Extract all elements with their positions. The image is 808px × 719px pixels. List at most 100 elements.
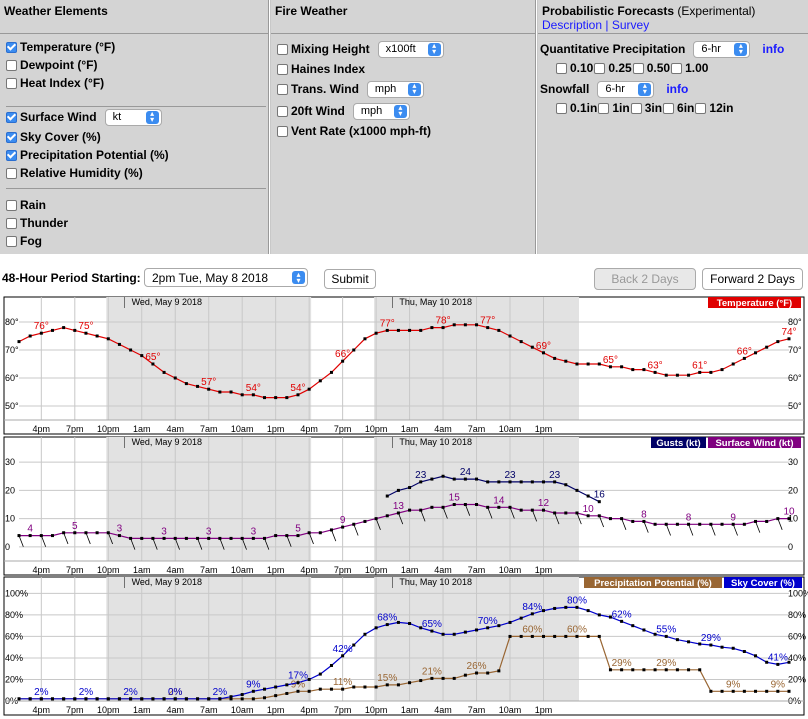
y-tick-label: 20 <box>788 485 798 495</box>
data-point <box>263 696 267 700</box>
probabilistic-title: Probabilistic Forecasts <box>542 4 675 18</box>
fog-checkbox[interactable] <box>6 235 17 247</box>
relative-humidity-checkbox[interactable] <box>6 167 17 179</box>
data-point <box>151 536 155 540</box>
option-checkbox[interactable] <box>632 62 644 74</box>
option-label[interactable]: 0.50 <box>647 61 670 75</box>
20ft-wind-label[interactable]: 20ft Wind <box>291 104 345 118</box>
chevron-updown-icon: ▴ ▾ <box>407 82 421 96</box>
option-label[interactable]: 6in <box>677 101 694 115</box>
option-label[interactable]: 0.10 <box>570 61 593 75</box>
x-tick-label: 1pm <box>535 565 553 575</box>
fog-label[interactable]: Fog <box>20 234 42 248</box>
qpf-info-link[interactable]: info <box>762 42 784 56</box>
sky-cover-checkbox[interactable] <box>6 131 17 143</box>
data-point <box>530 508 534 512</box>
snowfall-info-link[interactable]: info <box>666 82 688 96</box>
option-label[interactable]: 1in <box>612 101 629 115</box>
panel-divider <box>268 0 270 254</box>
description-link[interactable]: Description <box>542 18 602 32</box>
qpf-label: Quantitative Precipitation <box>540 42 686 56</box>
option-checkbox[interactable] <box>663 102 675 114</box>
data-label: 80% <box>567 595 587 606</box>
data-point <box>754 689 758 693</box>
data-point <box>642 628 646 632</box>
vent-rate-x1000-mph-ft-checkbox[interactable] <box>277 125 288 137</box>
x-tick-label: 1am <box>401 705 419 715</box>
data-point <box>95 334 99 338</box>
weather-elements-panel: Weather Elements Temperature (°F) Dewpoin… <box>0 0 268 254</box>
surface-wind-label[interactable]: Surface Wind <box>20 110 97 124</box>
option-label[interactable]: 12in <box>709 101 733 115</box>
haines-index-label[interactable]: Haines Index <box>291 62 365 76</box>
surface-wind-row: Surface Wind kt ▴ ▾ <box>6 108 162 126</box>
thunder-label[interactable]: Thunder <box>20 216 68 230</box>
rain-label[interactable]: Rain <box>20 198 46 212</box>
data-point <box>207 697 211 701</box>
option-label[interactable]: 0.25 <box>608 61 631 75</box>
surface-wind-checkbox[interactable] <box>6 111 17 123</box>
temperature-f-checkbox[interactable] <box>6 41 17 53</box>
rain-checkbox[interactable] <box>6 199 17 211</box>
temperature-f-label[interactable]: Temperature (°F) <box>20 40 115 54</box>
option-label[interactable]: 3in <box>645 101 662 115</box>
forward-2-days-button[interactable]: Forward 2 Days <box>702 268 803 290</box>
data-point <box>698 522 702 526</box>
vent-rate-x1000-mph-ft-label[interactable]: Vent Rate (x1000 mph-ft) <box>291 124 431 138</box>
option-checkbox[interactable] <box>630 102 642 114</box>
data-point <box>508 334 512 338</box>
option-checkbox[interactable] <box>556 62 567 74</box>
y-tick-label: 0 <box>5 542 10 552</box>
survey-link[interactable]: Survey <box>612 18 649 32</box>
option-checkbox[interactable] <box>598 102 610 114</box>
data-point <box>173 536 177 540</box>
data-point <box>184 382 188 386</box>
trans-wind-unit-select[interactable]: mph ▴ ▾ <box>366 80 424 98</box>
thunder-checkbox[interactable] <box>6 217 17 229</box>
data-point <box>162 370 166 374</box>
legend-entry: Temperature (°F) <box>717 298 792 309</box>
relative-humidity-label[interactable]: Relative Humidity (%) <box>20 166 143 180</box>
x-tick-label: 7pm <box>334 705 352 715</box>
20ft-wind-unit-select[interactable]: mph ▴ ▾ <box>352 102 410 120</box>
back-2-days-button[interactable]: Back 2 Days <box>594 268 696 290</box>
dewpoint-f-checkbox[interactable] <box>6 59 17 71</box>
precipitation-potential-checkbox[interactable] <box>6 149 17 161</box>
data-point <box>642 368 646 372</box>
data-point <box>787 660 791 664</box>
20ft-wind-checkbox[interactable] <box>277 105 288 117</box>
day-label: Wed, May 9 2018 <box>132 297 202 307</box>
heat-index-f-label[interactable]: Heat Index (°F) <box>20 76 104 90</box>
sky-cover-label[interactable]: Sky Cover (%) <box>20 130 101 144</box>
data-point <box>620 365 624 369</box>
precipitation-potential-label[interactable]: Precipitation Potential (%) <box>20 148 169 162</box>
trans-wind-label[interactable]: Trans. Wind <box>291 82 359 96</box>
option-12in: 12in <box>695 101 733 115</box>
mixing-height-label[interactable]: Mixing Height <box>291 42 370 56</box>
option-checkbox[interactable] <box>594 62 606 74</box>
haines-index-checkbox[interactable] <box>277 63 288 75</box>
period-start-select[interactable]: 2pm Tue, May 8 2018 ▴ ▾ <box>144 268 308 287</box>
data-label: 63° <box>648 360 663 371</box>
vent-rate-x1000-mph-ft-row: Vent Rate (x1000 mph-ft) <box>277 122 431 140</box>
snowfall-interval-select[interactable]: 6-hr ▴ ▾ <box>597 80 655 98</box>
mixing-height-checkbox[interactable] <box>277 43 288 55</box>
data-point <box>274 685 278 689</box>
trans-wind-checkbox[interactable] <box>277 83 288 95</box>
data-point <box>430 477 434 481</box>
dewpoint-f-row: Dewpoint (°F) <box>6 56 97 74</box>
option-checkbox[interactable] <box>671 62 683 74</box>
option-label[interactable]: 0.1in <box>570 101 597 115</box>
surface-wind-unit-select[interactable]: kt ▴ ▾ <box>104 108 162 126</box>
submit-button[interactable]: Submit <box>324 269 376 289</box>
x-tick-label: 10am <box>231 705 254 715</box>
option-label[interactable]: 1.00 <box>685 61 708 75</box>
qpf-interval-select[interactable]: 6-hr ▴ ▾ <box>693 40 751 58</box>
data-point <box>274 396 278 400</box>
mixing-height-unit-select[interactable]: x100ft ▴ ▾ <box>377 40 444 58</box>
dewpoint-f-label[interactable]: Dewpoint (°F) <box>20 58 97 72</box>
option-checkbox[interactable] <box>695 102 707 114</box>
heat-index-f-checkbox[interactable] <box>6 77 17 89</box>
data-point <box>508 505 512 509</box>
option-checkbox[interactable] <box>556 102 567 114</box>
